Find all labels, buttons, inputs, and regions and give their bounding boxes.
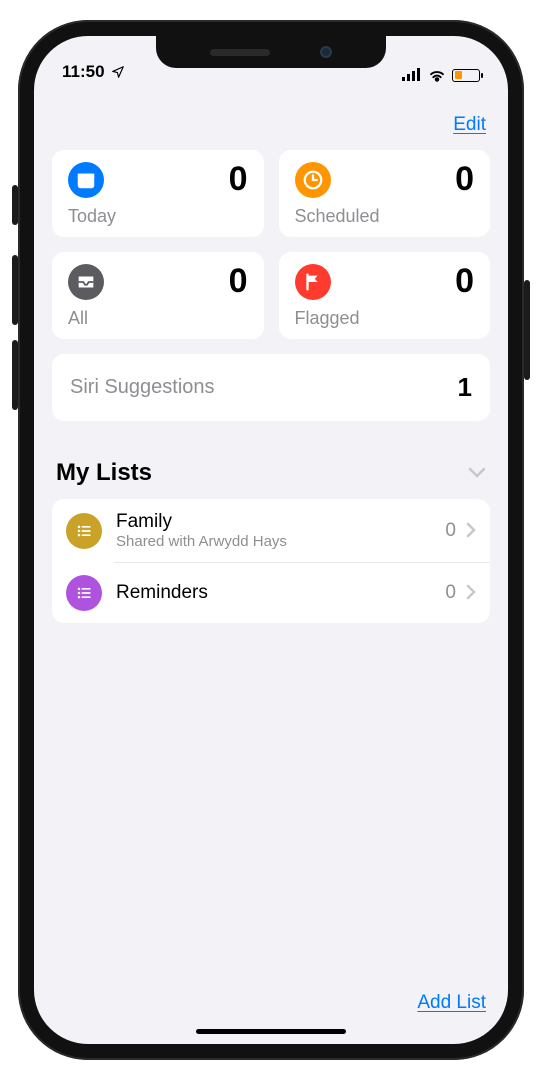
scheduled-label: Scheduled bbox=[295, 206, 475, 227]
list-icon bbox=[66, 513, 102, 549]
my-lists-title: My Lists bbox=[56, 459, 152, 487]
chevron-right-icon bbox=[466, 580, 476, 606]
my-lists-header[interactable]: My Lists bbox=[34, 421, 508, 499]
list-icon bbox=[66, 575, 102, 611]
home-indicator[interactable] bbox=[196, 1029, 346, 1034]
wifi-icon bbox=[428, 68, 446, 82]
summary-tiles: 0 Today 0 Scheduled 0 bbox=[34, 150, 508, 339]
chevron-right-icon bbox=[466, 518, 476, 544]
inbox-icon bbox=[68, 264, 104, 300]
list-name: Family bbox=[116, 511, 431, 533]
screen: 11:50 Edit bbox=[34, 36, 508, 1044]
all-count: 0 bbox=[229, 264, 248, 298]
list-count: 0 bbox=[445, 520, 456, 542]
scheduled-tile[interactable]: 0 Scheduled bbox=[279, 150, 491, 237]
status-time: 11:50 bbox=[62, 62, 105, 82]
all-label: All bbox=[68, 308, 248, 329]
list-name: Reminders bbox=[116, 582, 431, 604]
list-item-family[interactable]: Family Shared with Arwydd Hays 0 bbox=[52, 499, 490, 562]
siri-count: 1 bbox=[458, 372, 472, 403]
siri-label: Siri Suggestions bbox=[70, 376, 215, 399]
today-label: Today bbox=[68, 206, 248, 227]
side-button bbox=[524, 280, 530, 380]
notch bbox=[156, 36, 386, 68]
list-item-reminders[interactable]: Reminders 0 bbox=[52, 563, 490, 623]
battery-icon bbox=[452, 69, 480, 82]
cellular-icon bbox=[402, 68, 422, 82]
calendar-icon bbox=[68, 162, 104, 198]
flag-icon bbox=[295, 264, 331, 300]
all-tile[interactable]: 0 All bbox=[52, 252, 264, 339]
chevron-down-icon bbox=[468, 462, 486, 485]
siri-suggestions-row[interactable]: Siri Suggestions 1 bbox=[52, 354, 490, 421]
list-subtitle: Shared with Arwydd Hays bbox=[116, 533, 431, 550]
location-icon bbox=[111, 65, 125, 79]
phone-frame: 11:50 Edit bbox=[18, 20, 524, 1060]
side-button bbox=[12, 340, 18, 410]
today-count: 0 bbox=[229, 162, 248, 196]
side-button bbox=[12, 255, 18, 325]
flagged-tile[interactable]: 0 Flagged bbox=[279, 252, 491, 339]
nav-header: Edit bbox=[34, 84, 508, 150]
flagged-label: Flagged bbox=[295, 308, 475, 329]
edit-button[interactable]: Edit bbox=[453, 114, 486, 136]
scheduled-count: 0 bbox=[455, 162, 474, 196]
list-count: 0 bbox=[445, 582, 456, 604]
add-list-button[interactable]: Add List bbox=[417, 992, 486, 1014]
flagged-count: 0 bbox=[455, 264, 474, 298]
side-button bbox=[12, 185, 18, 225]
today-tile[interactable]: 0 Today bbox=[52, 150, 264, 237]
my-lists: Family Shared with Arwydd Hays 0 Reminde… bbox=[52, 499, 490, 623]
clock-icon bbox=[295, 162, 331, 198]
